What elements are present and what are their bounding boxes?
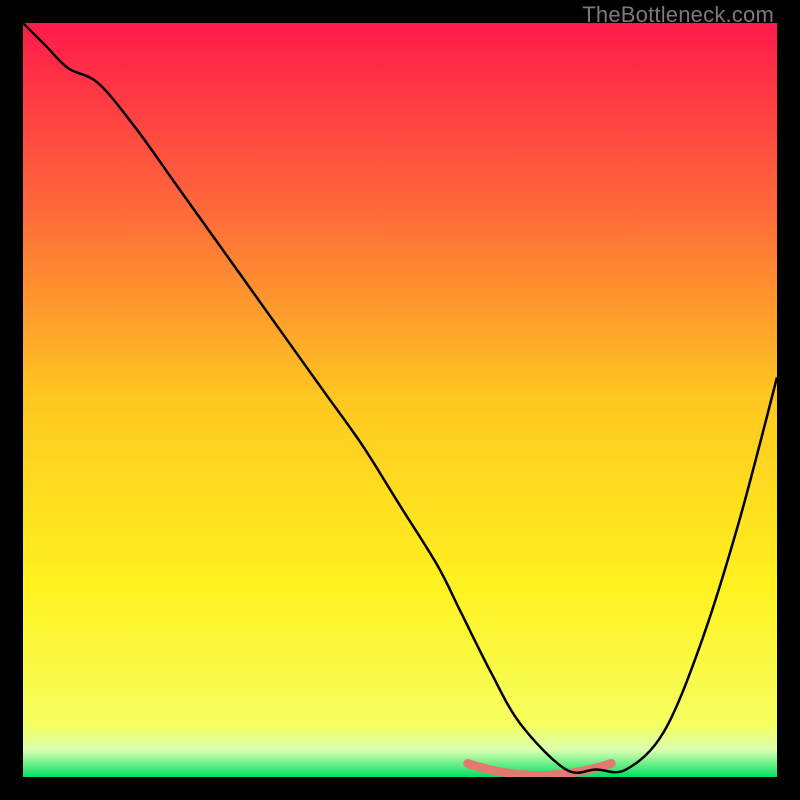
gradient-background (23, 23, 777, 777)
attribution-text: TheBottleneck.com (582, 2, 774, 28)
bottleneck-chart (23, 23, 777, 777)
chart-frame (23, 23, 777, 777)
